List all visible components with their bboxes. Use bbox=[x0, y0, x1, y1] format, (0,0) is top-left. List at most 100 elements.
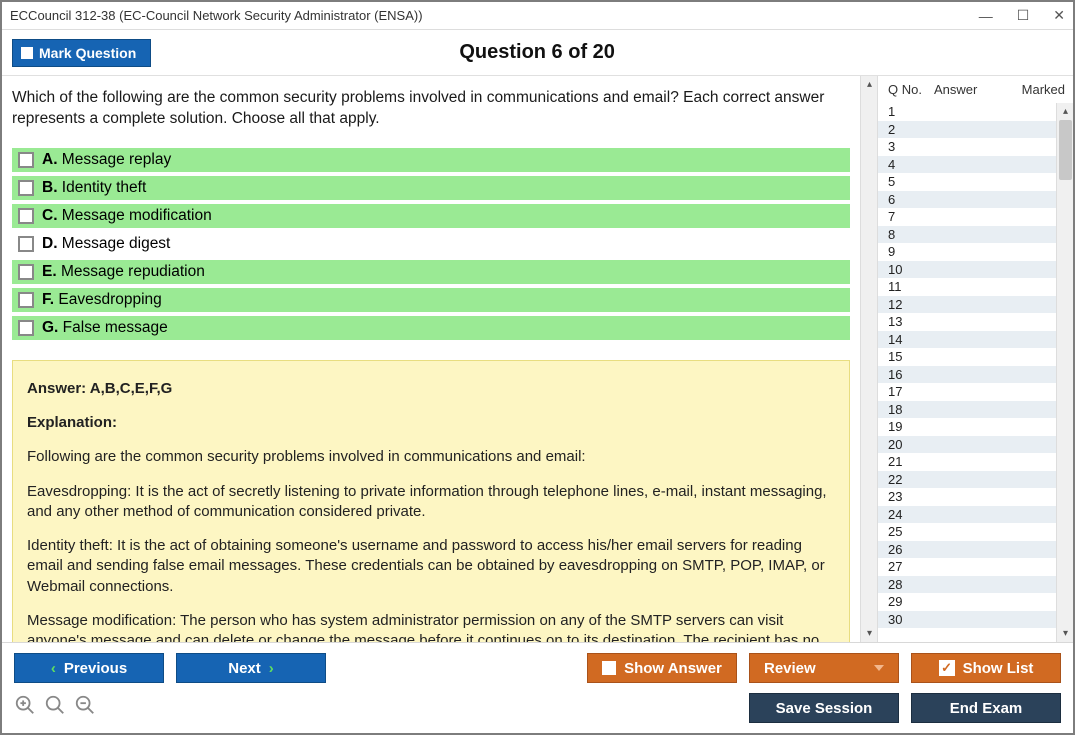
option-row[interactable]: C. Message modification bbox=[12, 204, 850, 228]
zoom-controls bbox=[14, 694, 96, 722]
footer: ‹ Previous Next › Show Answer Review ✓ S… bbox=[2, 642, 1073, 733]
end-exam-label: End Exam bbox=[950, 700, 1023, 717]
question-list-row[interactable]: 26 bbox=[878, 541, 1056, 559]
question-list-row[interactable]: 18 bbox=[878, 401, 1056, 419]
window-controls: — ☐ ✕ bbox=[979, 7, 1065, 24]
minimize-icon[interactable]: — bbox=[979, 8, 993, 24]
question-list-row[interactable]: 5 bbox=[878, 173, 1056, 191]
checkbox-icon bbox=[602, 661, 616, 675]
question-list-row[interactable]: 15 bbox=[878, 348, 1056, 366]
next-label: Next bbox=[228, 660, 261, 677]
show-answer-button[interactable]: Show Answer bbox=[587, 653, 737, 683]
question-list-row[interactable]: 30 bbox=[878, 611, 1056, 629]
question-list-row[interactable]: 16 bbox=[878, 366, 1056, 384]
answer-box: Answer: A,B,C,E,F,G Explanation: Followi… bbox=[12, 360, 850, 642]
question-list-panel: Q No. Answer Marked 12345678910111213141… bbox=[877, 76, 1073, 642]
question-list[interactable]: 1234567891011121314151617181920212223242… bbox=[878, 103, 1056, 642]
option-row[interactable]: D. Message digest bbox=[12, 232, 850, 256]
options-list: A. Message replay B. Identity theft C. Mes… bbox=[12, 148, 850, 340]
show-answer-label: Show Answer bbox=[624, 660, 722, 677]
scroll-down-icon[interactable]: ▾ bbox=[1057, 625, 1073, 642]
option-label: A. Message replay bbox=[42, 151, 171, 169]
answer-line: Answer: A,B,C,E,F,G bbox=[27, 379, 835, 399]
app-window: ECCouncil 312-38 (EC-Council Network Sec… bbox=[0, 0, 1075, 735]
question-list-row[interactable]: 27 bbox=[878, 558, 1056, 576]
question-list-row[interactable]: 19 bbox=[878, 418, 1056, 436]
option-label: F. Eavesdropping bbox=[42, 291, 162, 309]
option-label: C. Message modification bbox=[42, 207, 212, 225]
save-session-button[interactable]: Save Session bbox=[749, 693, 899, 723]
question-list-row[interactable]: 25 bbox=[878, 523, 1056, 541]
close-icon[interactable]: ✕ bbox=[1053, 7, 1065, 24]
question-list-row[interactable]: 10 bbox=[878, 261, 1056, 279]
scroll-thumb[interactable] bbox=[1059, 120, 1072, 180]
option-row[interactable]: A. Message replay bbox=[12, 148, 850, 172]
checkbox-icon[interactable] bbox=[18, 320, 34, 336]
question-list-row[interactable]: 14 bbox=[878, 331, 1056, 349]
mark-question-button[interactable]: Mark Question bbox=[12, 39, 151, 67]
question-list-row[interactable]: 29 bbox=[878, 593, 1056, 611]
scroll-down-icon[interactable]: ▾ bbox=[861, 625, 878, 642]
maximize-icon[interactable]: ☐ bbox=[1017, 7, 1030, 24]
question-list-row[interactable]: 7 bbox=[878, 208, 1056, 226]
option-row[interactable]: F. Eavesdropping bbox=[12, 288, 850, 312]
option-row[interactable]: E. Message repudiation bbox=[12, 260, 850, 284]
question-list-row[interactable]: 13 bbox=[878, 313, 1056, 331]
question-list-row[interactable]: 12 bbox=[878, 296, 1056, 314]
question-list-row[interactable]: 8 bbox=[878, 226, 1056, 244]
question-list-row[interactable]: 21 bbox=[878, 453, 1056, 471]
scroll-up-icon[interactable]: ▴ bbox=[861, 76, 878, 93]
explanation-paragraph: Message modification: The person who has… bbox=[27, 611, 835, 642]
question-list-row[interactable]: 22 bbox=[878, 471, 1056, 489]
review-label: Review bbox=[764, 660, 816, 677]
col-marked: Marked bbox=[1011, 82, 1065, 97]
question-list-row[interactable]: 28 bbox=[878, 576, 1056, 594]
titlebar: ECCouncil 312-38 (EC-Council Network Sec… bbox=[2, 2, 1073, 30]
question-list-row[interactable]: 6 bbox=[878, 191, 1056, 209]
header-row: Mark Question Question 6 of 20 bbox=[2, 30, 1073, 76]
explanation-paragraph: Eavesdropping: It is the act of secretly… bbox=[27, 482, 835, 523]
content-scrollbar[interactable]: ▴ ▾ bbox=[860, 76, 877, 642]
checkbox-icon[interactable] bbox=[18, 236, 34, 252]
checkbox-icon bbox=[21, 47, 33, 59]
window-title: ECCouncil 312-38 (EC-Council Network Sec… bbox=[10, 8, 423, 23]
explanation-body: Following are the common security proble… bbox=[27, 447, 835, 642]
question-list-row[interactable]: 23 bbox=[878, 488, 1056, 506]
previous-button[interactable]: ‹ Previous bbox=[14, 653, 164, 683]
question-list-row[interactable]: 20 bbox=[878, 436, 1056, 454]
zoom-out-icon[interactable] bbox=[74, 694, 96, 722]
show-list-button[interactable]: ✓ Show List bbox=[911, 653, 1061, 683]
option-row[interactable]: G. False message bbox=[12, 316, 850, 340]
question-list-row[interactable]: 2 bbox=[878, 121, 1056, 139]
question-list-row[interactable]: 3 bbox=[878, 138, 1056, 156]
question-list-row[interactable]: 4 bbox=[878, 156, 1056, 174]
mark-question-label: Mark Question bbox=[39, 45, 136, 61]
zoom-icon[interactable] bbox=[44, 694, 66, 722]
next-button[interactable]: Next › bbox=[176, 653, 326, 683]
question-list-row[interactable]: 24 bbox=[878, 506, 1056, 524]
option-label: D. Message digest bbox=[42, 235, 170, 253]
scroll-up-icon[interactable]: ▴ bbox=[1057, 103, 1073, 120]
sidebar-scrollbar[interactable]: ▴ ▾ bbox=[1056, 103, 1073, 642]
checkbox-icon[interactable] bbox=[18, 208, 34, 224]
explanation-paragraph: Following are the common security proble… bbox=[27, 447, 835, 467]
question-text: Which of the following are the common se… bbox=[12, 88, 850, 130]
option-label: B. Identity theft bbox=[42, 179, 146, 197]
option-row[interactable]: B. Identity theft bbox=[12, 176, 850, 200]
review-button[interactable]: Review bbox=[749, 653, 899, 683]
chevron-down-icon bbox=[874, 665, 884, 671]
content-scroll[interactable]: Which of the following are the common se… bbox=[2, 76, 860, 642]
question-list-row[interactable]: 1 bbox=[878, 103, 1056, 121]
checkbox-icon[interactable] bbox=[18, 152, 34, 168]
col-qno: Q No. bbox=[888, 82, 934, 97]
end-exam-button[interactable]: End Exam bbox=[911, 693, 1061, 723]
question-list-row[interactable]: 11 bbox=[878, 278, 1056, 296]
checkbox-icon[interactable] bbox=[18, 292, 34, 308]
save-session-label: Save Session bbox=[776, 700, 873, 717]
checkbox-icon[interactable] bbox=[18, 180, 34, 196]
zoom-in-icon[interactable] bbox=[14, 694, 36, 722]
checkbox-icon[interactable] bbox=[18, 264, 34, 280]
question-list-row[interactable]: 17 bbox=[878, 383, 1056, 401]
explanation-heading: Explanation: bbox=[27, 413, 835, 433]
question-list-row[interactable]: 9 bbox=[878, 243, 1056, 261]
